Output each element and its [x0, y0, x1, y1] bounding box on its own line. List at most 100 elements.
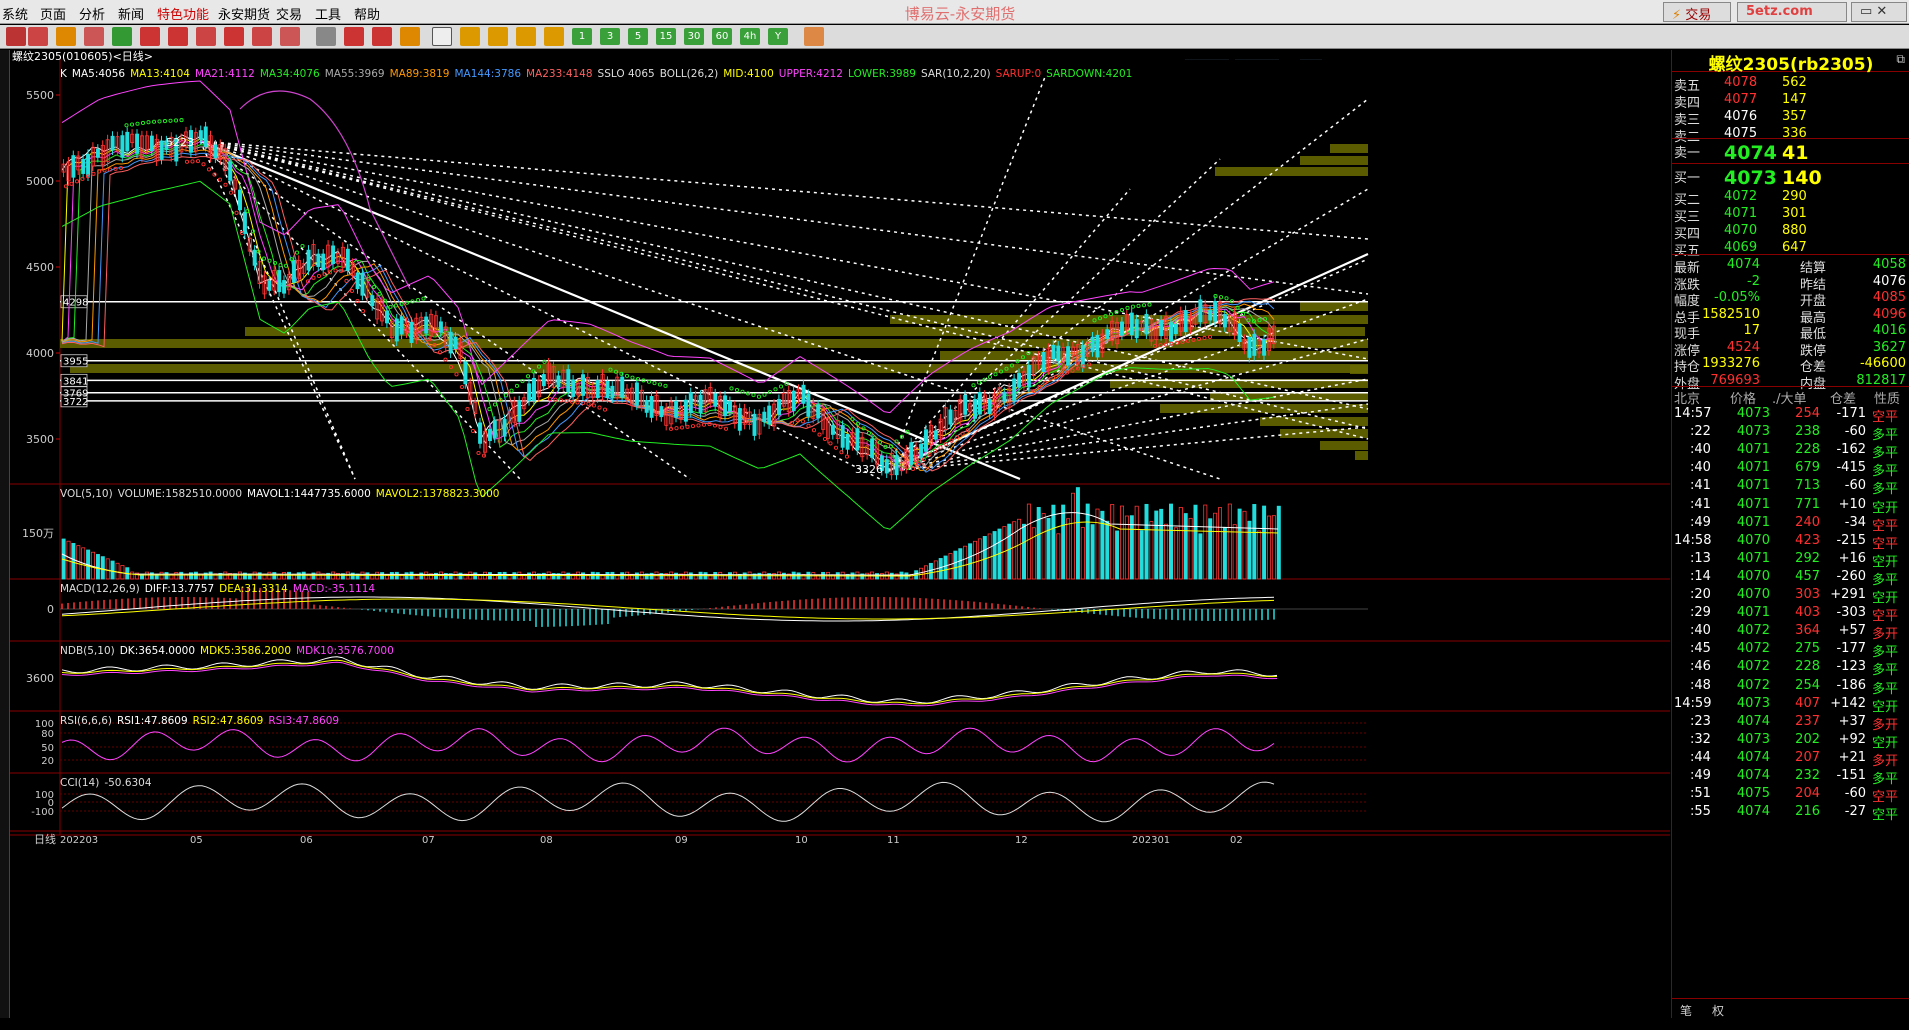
- period-30m-button[interactable]: 30: [684, 28, 704, 45]
- ask1-row: 卖一 4074 41: [1672, 140, 1909, 164]
- period-5m-button[interactable]: 5: [628, 28, 648, 45]
- period-3m-button[interactable]: 3: [600, 28, 620, 45]
- chart-svg[interactable]: 5500500045004000350042983955384137693722…: [10, 45, 1670, 1027]
- window-controls[interactable]: ▭ ✕: [1851, 2, 1907, 22]
- chart-icon[interactable]: [196, 27, 216, 46]
- folder-icon[interactable]: [56, 27, 76, 46]
- candle-body: [762, 411, 767, 423]
- menu-yongan[interactable]: 永安期货: [218, 4, 270, 23]
- tab-ticks[interactable]: 笔: [1680, 1002, 1692, 1019]
- stat-value: 4076: [1872, 273, 1906, 289]
- period-60m-button[interactable]: 60: [712, 28, 732, 45]
- trend-line: [199, 139, 1021, 481]
- rsi-legend-item: RSI1:47.8609: [117, 715, 188, 727]
- menu-trade[interactable]: 交易: [276, 4, 302, 23]
- tick-oi-change: -303: [1836, 605, 1866, 621]
- macd-legend-item: MACD(12,26,9): [60, 583, 140, 595]
- period-4h-button[interactable]: 4h: [740, 28, 760, 45]
- candle-body: [487, 428, 492, 442]
- k-chart-icon[interactable]: [400, 27, 420, 46]
- tab-rights[interactable]: 权: [1712, 1002, 1724, 1019]
- volume-bar: [1159, 508, 1164, 580]
- volume-bar: [1232, 524, 1237, 580]
- menu-analysis[interactable]: 分析: [79, 4, 105, 23]
- volume-bar: [159, 571, 164, 580]
- tick-volume: 457: [1795, 568, 1820, 584]
- day-icon[interactable]: [432, 27, 452, 46]
- back-icon[interactable]: [6, 27, 26, 46]
- candle-body: [1144, 313, 1149, 335]
- restore-icon[interactable]: ⧉: [1896, 52, 1905, 67]
- stat-value: 17: [1743, 323, 1760, 338]
- menu-news[interactable]: 新闻: [118, 4, 144, 23]
- volume-bar: [958, 548, 963, 580]
- sar-dot: [459, 384, 465, 390]
- week-icon[interactable]: [460, 27, 480, 46]
- vol-tick-label: 150万: [22, 527, 54, 540]
- tick-row: :41 4071 713 -60 多平: [1672, 476, 1909, 497]
- candle-body: [448, 331, 453, 354]
- sar-dot: [421, 296, 426, 301]
- zoom-out-icon[interactable]: [168, 27, 188, 46]
- tick-price: 4073: [1736, 695, 1770, 711]
- menu-help[interactable]: 帮助: [354, 4, 380, 23]
- menu-system[interactable]: 系统: [2, 4, 28, 23]
- menu-tools[interactable]: 工具: [315, 4, 341, 23]
- ask-price: 4078: [1724, 75, 1758, 90]
- tick-chart-icon[interactable]: [372, 27, 392, 46]
- tick-volume: 254: [1795, 406, 1820, 421]
- trade-button[interactable]: ⚡ 交易: [1663, 2, 1731, 23]
- x-tick-label: 09: [675, 835, 688, 846]
- candle-body: [1066, 346, 1071, 366]
- period-year-button[interactable]: Y: [768, 28, 788, 45]
- candle-body: [870, 438, 875, 458]
- quote-icon[interactable]: [84, 27, 104, 46]
- tick-time: 14:59: [1674, 695, 1712, 711]
- period-15m-button[interactable]: 15: [656, 28, 676, 45]
- period-1m-button[interactable]: 1: [572, 28, 592, 45]
- tick-price: 4070: [1736, 532, 1770, 548]
- candle-body: [1252, 333, 1257, 356]
- sar-dot: [718, 425, 723, 430]
- vol-legend: VOL(5,10) VOLUME:1582510.0000 MAVOL1:14477…: [60, 488, 500, 500]
- zoom-in-icon[interactable]: [140, 27, 160, 46]
- month-icon[interactable]: [488, 27, 508, 46]
- candle-body: [237, 189, 242, 211]
- table-icon[interactable]: [316, 27, 336, 46]
- year-icon[interactable]: [544, 27, 564, 46]
- tools-icon[interactable]: [280, 27, 300, 46]
- draw-icon[interactable]: [224, 27, 244, 46]
- volume-bar: [1169, 503, 1174, 580]
- volume-bar: [272, 572, 277, 580]
- volume-bar: [1222, 526, 1227, 580]
- home-icon[interactable]: [28, 27, 48, 46]
- candle-body: [1159, 320, 1164, 337]
- ma-legend-item: MA89:3819: [390, 68, 450, 80]
- sar-dot: [492, 402, 498, 407]
- candle-body: [1183, 310, 1188, 333]
- candle-body: [963, 394, 968, 415]
- line-chart-icon[interactable]: [344, 27, 364, 46]
- volume-bar: [1173, 527, 1178, 580]
- side-tab-strip[interactable]: [0, 50, 10, 1018]
- gann-fan-line: [199, 140, 1369, 240]
- sar-dot: [696, 423, 701, 428]
- tick-time: :45: [1690, 641, 1711, 657]
- y-tick-label: 5000: [26, 175, 54, 188]
- menu-features[interactable]: 特色功能: [157, 4, 209, 23]
- calculator-icon[interactable]: [804, 27, 824, 46]
- sar-dot: [1130, 304, 1136, 309]
- funnel-icon[interactable]: [252, 27, 272, 46]
- volume-bar: [933, 560, 938, 580]
- sar-dot: [190, 159, 195, 164]
- volume-bar: [1120, 505, 1125, 580]
- tick-volume: 423: [1795, 532, 1820, 548]
- quarter-icon[interactable]: [516, 27, 536, 46]
- volume-bar: [948, 553, 953, 580]
- candle-body: [1095, 334, 1100, 358]
- ma-legend-item: BOLL(26,2): [660, 68, 719, 80]
- refresh-icon[interactable]: [112, 27, 132, 46]
- menu-page[interactable]: 页面: [40, 4, 66, 23]
- chart-area[interactable]: 5500 5000 4500 4000 3500 4298 3955 3841 3769 3722…: [10, 45, 1670, 1018]
- tick-price: 4075: [1736, 786, 1770, 802]
